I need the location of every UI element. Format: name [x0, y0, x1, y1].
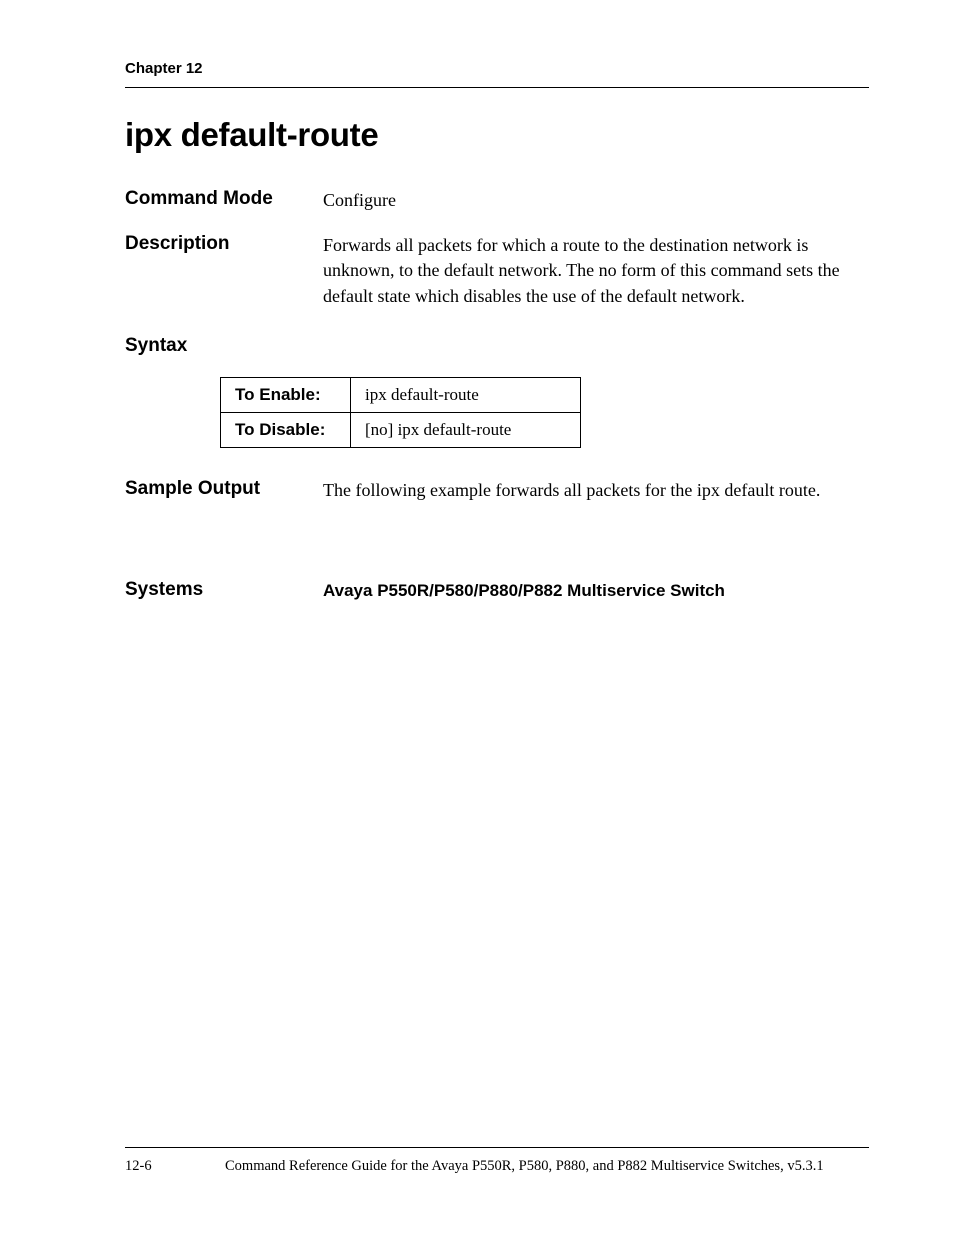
label-description: Description — [125, 233, 323, 255]
row-command-mode: Command Mode Configure — [125, 188, 869, 213]
header-rule — [125, 87, 869, 88]
page-footer: 12-6 Command Reference Guide for the Ava… — [125, 1147, 869, 1175]
label-syntax: Syntax — [125, 335, 323, 357]
document-page: Chapter 12 ipx default-route Command Mod… — [0, 0, 954, 1235]
syntax-row-label: To Disable: — [221, 412, 351, 447]
value-description: Forwards all packets for which a route t… — [323, 233, 869, 309]
row-systems: Systems Avaya P550R/P580/P880/P882 Multi… — [125, 579, 869, 603]
table-row: To Enable: ipx default-route — [221, 377, 581, 412]
label-command-mode: Command Mode — [125, 188, 323, 210]
label-sample-output: Sample Output — [125, 478, 323, 500]
row-syntax: Syntax — [125, 335, 869, 357]
footer-rule — [125, 1147, 869, 1148]
value-systems: Avaya P550R/P580/P880/P882 Multiservice … — [323, 579, 869, 603]
page-number: 12-6 — [125, 1158, 225, 1175]
syntax-table: To Enable: ipx default-route To Disable:… — [220, 377, 581, 448]
value-command-mode: Configure — [323, 188, 869, 213]
label-systems: Systems — [125, 579, 323, 601]
syntax-table-wrapper: To Enable: ipx default-route To Disable:… — [220, 377, 869, 448]
value-sample-output: The following example forwards all packe… — [323, 478, 869, 503]
footer-title: Command Reference Guide for the Avaya P5… — [225, 1158, 869, 1175]
row-description: Description Forwards all packets for whi… — [125, 233, 869, 309]
syntax-row-label: To Enable: — [221, 377, 351, 412]
syntax-row-value: ipx default-route — [351, 377, 581, 412]
page-header-chapter: Chapter 12 — [125, 60, 869, 77]
syntax-row-value: [no] ipx default-route — [351, 412, 581, 447]
spacer — [125, 529, 869, 579]
command-title: ipx default-route — [125, 116, 869, 154]
row-sample-output: Sample Output The following example forw… — [125, 478, 869, 503]
table-row: To Disable: [no] ipx default-route — [221, 412, 581, 447]
footer-line: 12-6 Command Reference Guide for the Ava… — [125, 1158, 869, 1175]
